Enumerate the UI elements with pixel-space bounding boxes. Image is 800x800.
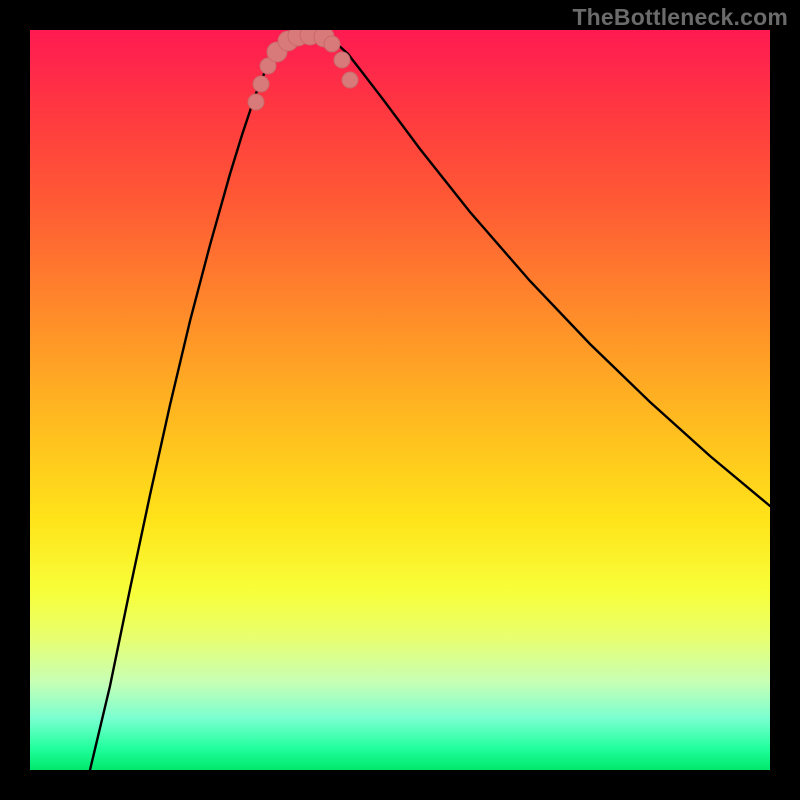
curve-left-branch: [90, 33, 292, 770]
marker-dot: [253, 76, 269, 92]
watermark-text: TheBottleneck.com: [572, 4, 788, 31]
chart-frame: TheBottleneck.com: [0, 0, 800, 800]
marker-dot: [334, 52, 350, 68]
marker-dot: [324, 36, 340, 52]
plot-area: [30, 30, 770, 770]
bottleneck-curve-svg: [30, 30, 770, 770]
curve-right-branch: [325, 34, 770, 506]
curve-markers: [248, 30, 358, 110]
marker-dot: [248, 94, 264, 110]
marker-dot: [342, 72, 358, 88]
